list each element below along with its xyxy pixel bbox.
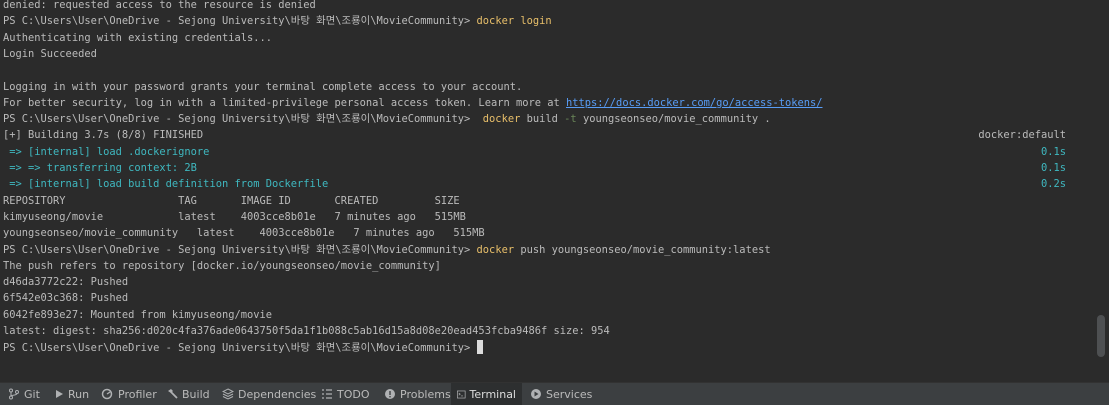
terminal-line: PS C:\Users\User\OneDrive - Sejong Unive…: [3, 242, 771, 258]
tool-label: Problems: [400, 387, 451, 401]
tool-label: Services: [546, 387, 593, 401]
terminal-line: Login Succeeded: [3, 48, 97, 60]
build-step-time: 0.1s: [1040, 162, 1066, 174]
subcommand: build: [526, 113, 558, 125]
build-step: => => transferring context: 2B: [3, 162, 197, 174]
terminal-line: latest: digest: sha256:d020c4fa376ade064…: [3, 325, 610, 337]
tool-label: Terminal: [469, 387, 517, 401]
access-tokens-link[interactable]: https://docs.docker.com/go/access-tokens…: [566, 97, 822, 109]
tool-label: Dependencies: [238, 387, 317, 401]
args: push youngseonseo/movie_community:latest: [520, 244, 771, 256]
problems-icon: [385, 389, 395, 399]
args: youngseonseo/movie_community .: [582, 113, 771, 125]
command: docker: [476, 244, 515, 256]
terminal-input-line[interactable]: PS C:\Users\User\OneDrive - Sejong Unive…: [3, 340, 483, 356]
terminal-line: denied: requested access to the resource…: [3, 0, 316, 11]
git-branch-icon: [9, 388, 19, 400]
build-context-label: docker:default: [978, 129, 1066, 141]
terminal-line: PS C:\Users\User\OneDrive - Sejong Unive…: [3, 13, 552, 29]
text-cursor: [476, 340, 483, 354]
tool-git[interactable]: Git: [2, 383, 46, 405]
tool-window-bar: Git Run Profiler Build Dependencies TODO…: [0, 382, 1109, 405]
images-header: REPOSITORY TAG IMAGE ID CREATED SIZE: [3, 195, 460, 207]
line-text: For better security, log in with a limit…: [3, 97, 567, 109]
prompt: PS C:\Users\User\OneDrive - Sejong Unive…: [3, 342, 471, 354]
terminal-line: Authenticating with existing credentials…: [3, 32, 272, 44]
build-step: => [internal] load build definition from…: [3, 178, 329, 190]
list-icon: [322, 389, 332, 399]
prompt: PS C:\Users\User\OneDrive - Sejong Unive…: [3, 113, 471, 125]
tool-label: Run: [68, 387, 90, 401]
terminal-line: Logging in with your password grants you…: [3, 81, 523, 93]
prompt: PS C:\Users\User\OneDrive - Sejong Unive…: [3, 15, 471, 27]
tool-build[interactable]: Build: [160, 383, 216, 405]
terminal-line: PS C:\Users\User\OneDrive - Sejong Unive…: [3, 111, 771, 127]
hammer-icon: [168, 389, 178, 399]
prompt: PS C:\Users\User\OneDrive - Sejong Unive…: [3, 244, 471, 256]
image-row: youngseonseo/movie_community latest 4003…: [3, 227, 485, 239]
tool-problems[interactable]: Problems: [378, 383, 457, 405]
terminal-line: 6f542e03c368: Pushed: [3, 292, 129, 304]
terminal-line: 6042fe893e27: Mounted from kimyuseong/mo…: [3, 309, 272, 321]
tool-terminal[interactable]: Terminal: [451, 383, 522, 405]
tool-todo[interactable]: TODO: [315, 383, 376, 405]
command: docker login: [476, 15, 552, 27]
tool-label: Build: [182, 387, 210, 401]
image-row: kimyuseong/movie latest 4003cce8b01e 7 m…: [3, 211, 466, 223]
flag: -t: [564, 113, 577, 125]
layers-icon: [222, 388, 234, 400]
terminal-line: d46da3772c22: Pushed: [3, 276, 129, 288]
build-step-time: 0.2s: [1040, 178, 1066, 190]
tool-label: Git: [24, 387, 40, 401]
build-step-time: 0.1s: [1040, 146, 1066, 158]
terminal-line: [+] Building 3.7s (8/8) FINISHED: [3, 129, 204, 141]
tool-profiler[interactable]: Profiler: [95, 383, 163, 405]
run-icon: [56, 390, 63, 398]
build-step: => [internal] load .dockerignore: [3, 146, 210, 158]
terminal-icon: [457, 390, 466, 398]
command: docker: [482, 113, 521, 125]
tool-services[interactable]: Services: [524, 383, 598, 405]
terminal-output[interactable]: denied: requested access to the resource…: [0, 0, 1094, 382]
profiler-icon: [101, 388, 113, 400]
terminal-line: For better security, log in with a limit…: [3, 95, 823, 111]
tool-run[interactable]: Run: [48, 383, 95, 405]
tool-label: TODO: [337, 387, 370, 401]
scrollbar-thumb[interactable]: [1097, 315, 1105, 357]
terminal-line: The push refers to repository [docker.io…: [3, 260, 441, 272]
tool-dependencies[interactable]: Dependencies: [216, 383, 322, 405]
tool-label: Profiler: [118, 387, 157, 401]
services-icon: [531, 389, 541, 399]
